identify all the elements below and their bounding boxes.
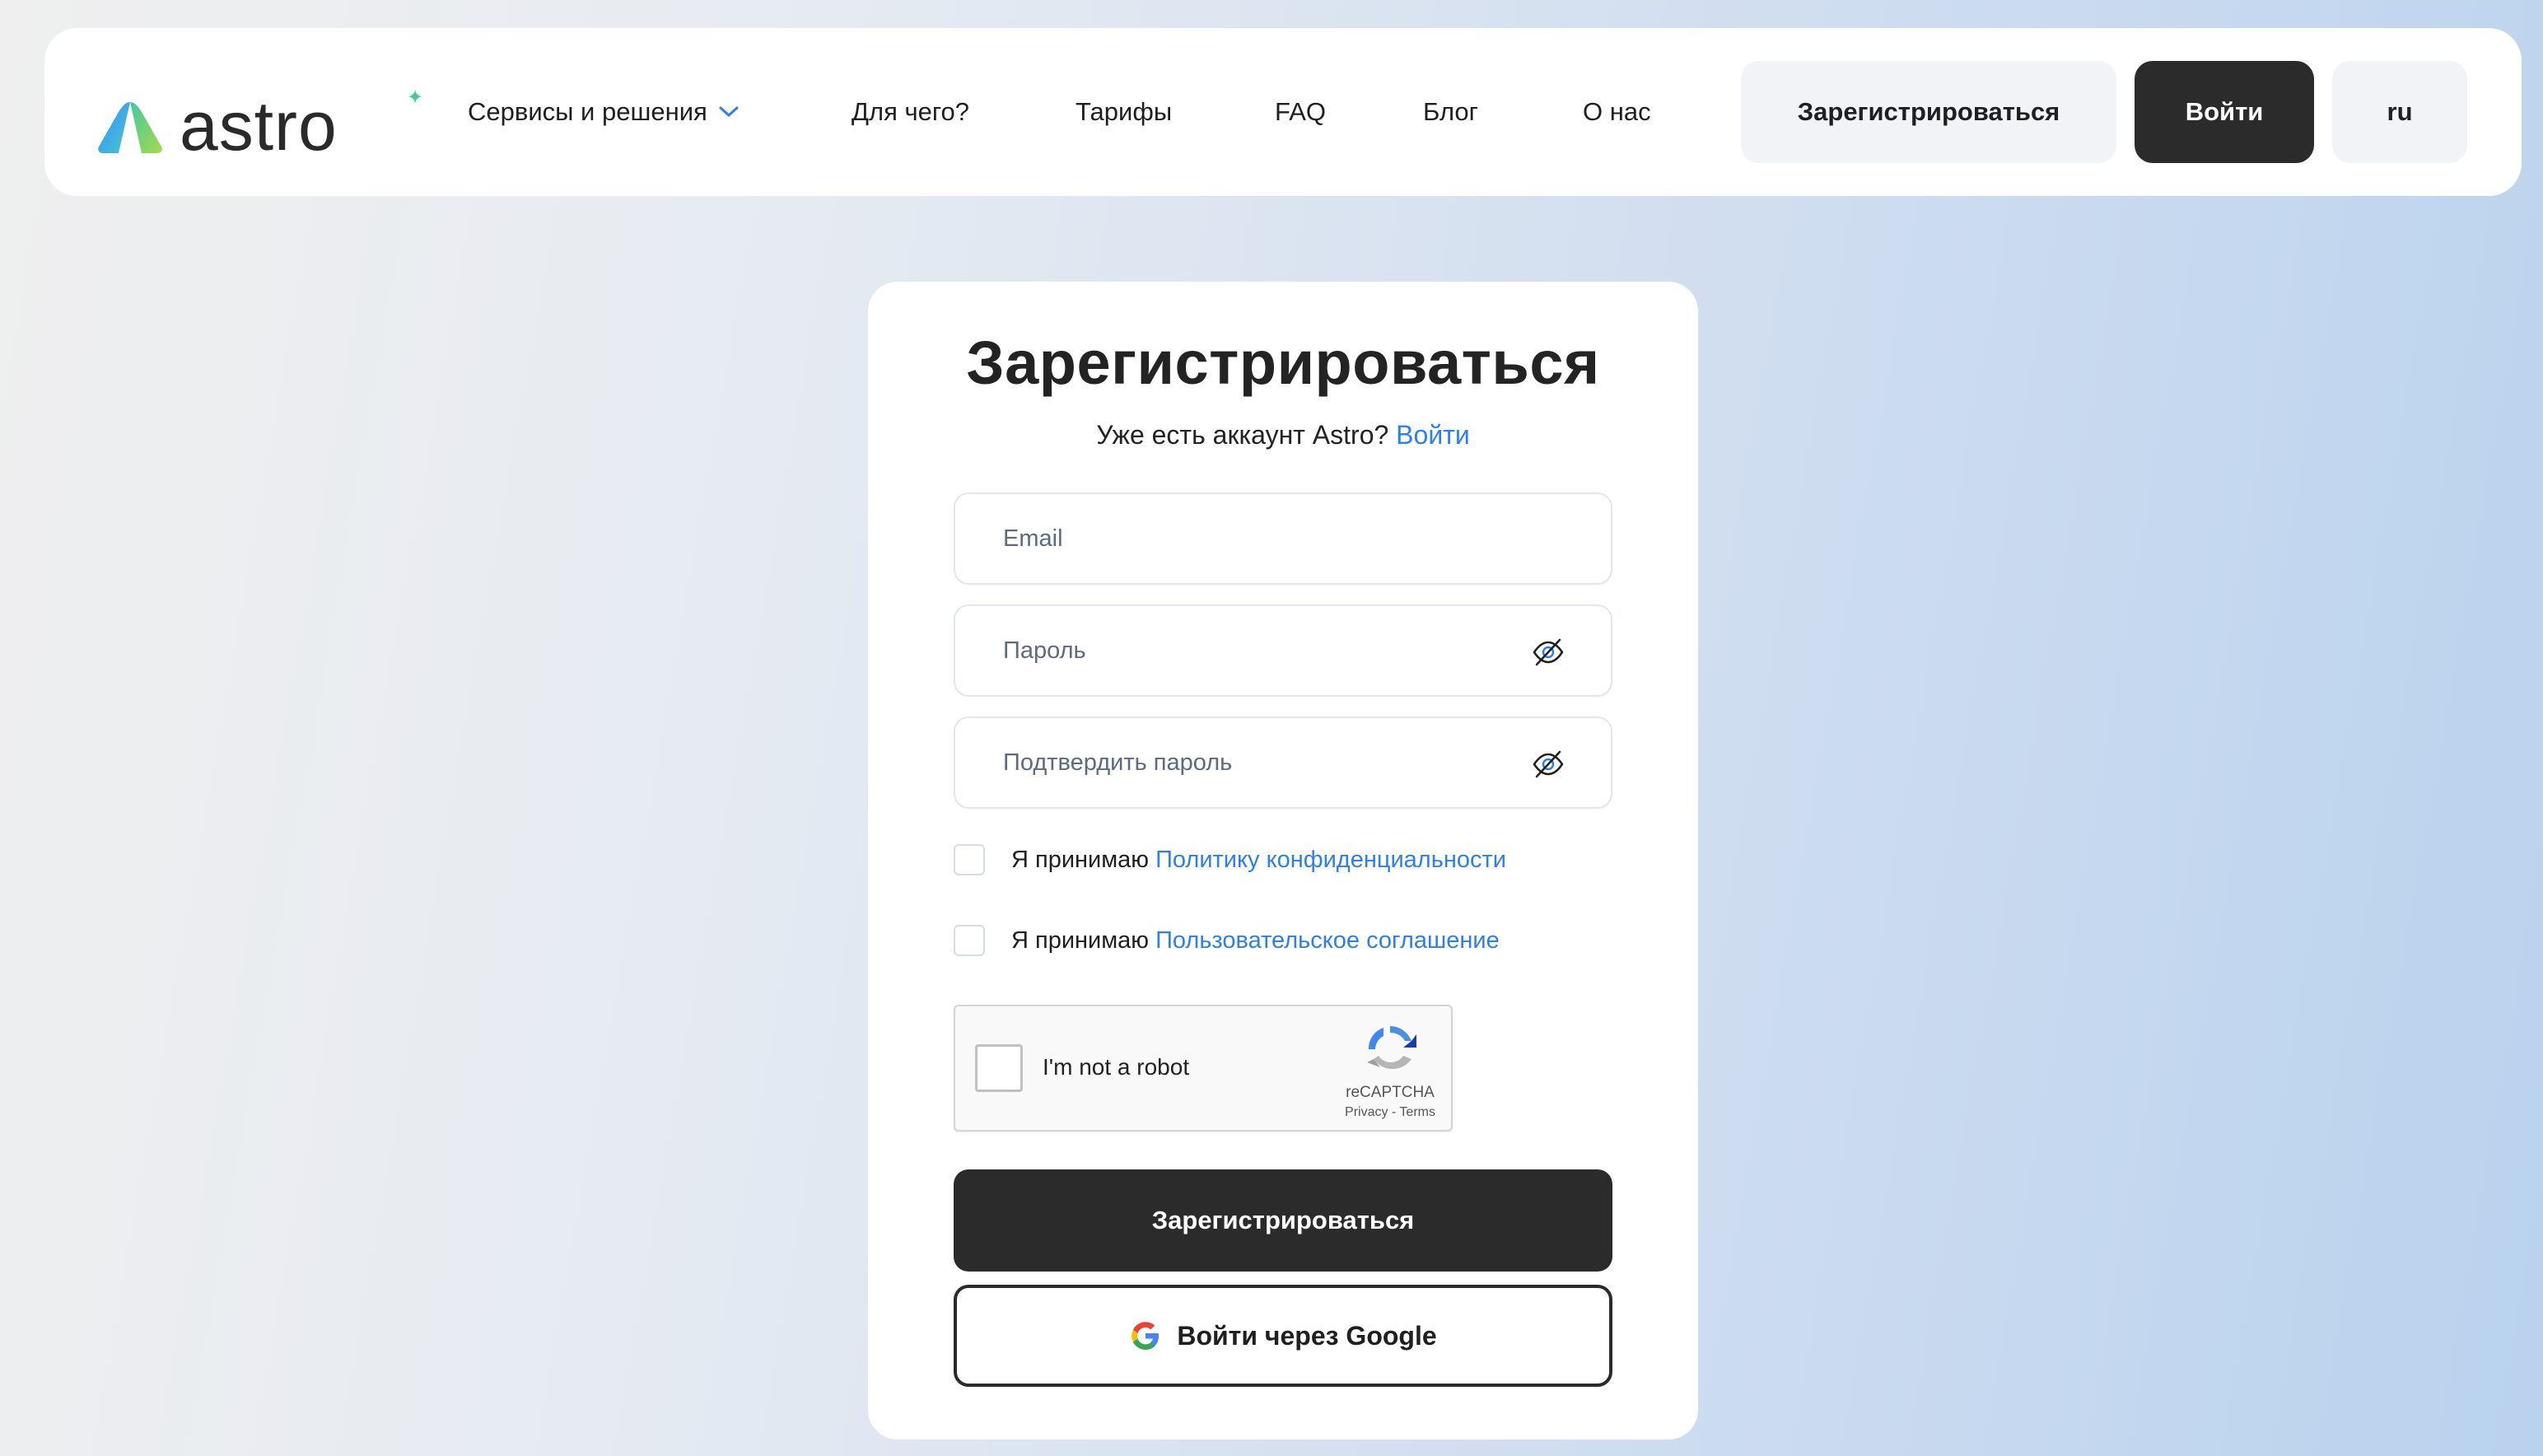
google-login-label: Войти через Google <box>1177 1320 1437 1351</box>
terms-checkbox[interactable] <box>954 925 985 956</box>
nav-use-cases[interactable]: Для чего? <box>852 28 969 196</box>
email-field[interactable] <box>1003 525 1497 553</box>
password-field-wrapper <box>954 604 1612 697</box>
nav-faq-label: FAQ <box>1275 97 1327 126</box>
register-card: Зарегистрироваться Уже есть аккаунт Astr… <box>868 282 1698 1440</box>
header-login-button[interactable]: Войти <box>2135 61 2314 163</box>
nav-about-label: О нас <box>1583 97 1651 126</box>
page-title: Зарегистрироваться <box>966 329 1600 397</box>
password-field[interactable] <box>1003 637 1497 665</box>
recaptcha-icon <box>1362 1021 1418 1077</box>
logo-wordmark: astro <box>180 87 338 165</box>
google-icon <box>1132 1322 1160 1350</box>
top-navbar: astro ✦ Сервисы и решения Для чего? Тари… <box>44 28 2522 196</box>
login-prompt: Уже есть аккаунт Astro? Войти <box>868 420 1698 450</box>
privacy-consent-row: Я принимаю Политику конфиденциальности <box>954 843 1506 876</box>
login-link[interactable]: Войти <box>1396 420 1470 450</box>
nav-blog[interactable]: Блог <box>1423 28 1478 196</box>
confirm-password-field-wrapper <box>954 716 1612 809</box>
recaptcha-checkbox[interactable] <box>975 1044 1023 1092</box>
astro-logo[interactable]: astro ✦ <box>96 84 425 171</box>
privacy-prefix: Я принимаю <box>1011 846 1150 873</box>
login-prompt-text: Уже есть аккаунт Astro? <box>1096 420 1389 450</box>
nav-blog-label: Блог <box>1423 97 1478 126</box>
register-submit-button[interactable]: Зарегистрироваться <box>954 1169 1612 1272</box>
nav-about[interactable]: О нас <box>1583 28 1651 196</box>
nav-services[interactable]: Сервисы и решения <box>468 28 739 196</box>
nav-faq[interactable]: FAQ <box>1275 28 1326 196</box>
recaptcha-label: I'm not a robot <box>1043 1054 1190 1080</box>
astro-logo-icon <box>98 102 162 153</box>
confirm-password-field[interactable] <box>1003 749 1497 777</box>
nav-use-cases-label: Для чего? <box>852 97 969 126</box>
email-field-wrapper <box>954 492 1612 585</box>
terms-prefix: Я принимаю <box>1011 926 1150 954</box>
nav-pricing-label: Тарифы <box>1076 97 1173 126</box>
eye-off-icon[interactable] <box>1532 636 1565 669</box>
chevron-down-icon <box>719 106 739 118</box>
nav-pricing[interactable]: Тарифы <box>1076 28 1172 196</box>
terms-consent-row: Я принимаю Пользовательское соглашение <box>954 924 1500 957</box>
language-selector[interactable]: ru <box>2332 61 2467 163</box>
header-register-button[interactable]: Зарегистрироваться <box>1741 61 2116 163</box>
recaptcha-widget: I'm not a robot reCAPTCHA Privacy - Term… <box>954 1005 1453 1132</box>
eye-off-icon[interactable] <box>1532 748 1565 781</box>
privacy-checkbox[interactable] <box>954 844 985 875</box>
sparkle-icon: ✦ <box>407 86 424 109</box>
nav-services-label: Сервисы и решения <box>468 97 707 126</box>
privacy-policy-link[interactable]: Политику конфиденциальности <box>1155 847 1506 874</box>
google-login-button[interactable]: Войти через Google <box>954 1285 1612 1387</box>
user-agreement-link[interactable]: Пользовательское соглашение <box>1155 927 1500 954</box>
recaptcha-brand: reCAPTCHA <box>1346 1084 1435 1101</box>
recaptcha-privacy-terms[interactable]: Privacy - Terms <box>1318 1105 1463 1120</box>
